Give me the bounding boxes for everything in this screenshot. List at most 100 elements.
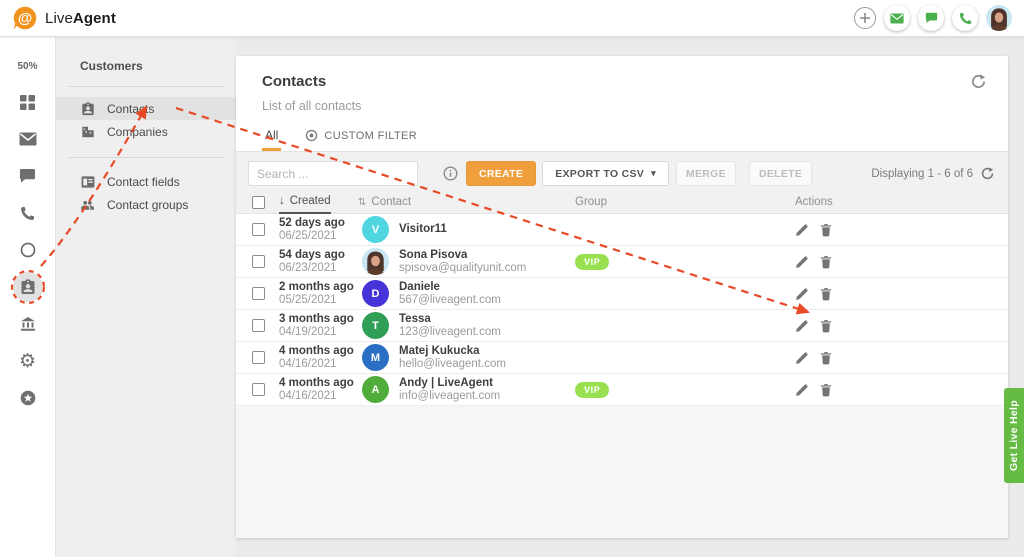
company-building-icon [80,125,95,139]
table-header: ↓ Created ⇅ Contact Group Actions [248,191,996,213]
created-cell: 52 days ago 06/25/2021 [276,217,358,243]
export-to-csv-button[interactable]: EXPORT TO CSV ▾ [542,161,669,186]
pencil-icon [795,319,809,333]
card-header: Contacts List of all contacts [236,56,1008,113]
contacts-card: Contacts List of all contacts All CUSTOM… [236,56,1008,538]
new-email-button[interactable] [884,5,910,31]
add-new-button[interactable] [854,7,876,29]
created-cell: 2 months ago 05/25/2021 [276,281,358,307]
contact-email: 567@liveagent.com [399,294,501,307]
trash-icon [820,319,832,333]
refresh-button[interactable] [971,74,986,94]
nav-item-contacts[interactable]: Contacts [56,97,236,120]
displaying-count: Displaying 1 - 6 of 6 [871,168,973,180]
pencil-icon [795,223,809,237]
trash-icon [820,383,832,397]
edit-button[interactable] [795,287,809,301]
created-date: 05/25/2021 [279,294,354,307]
delete-button[interactable] [820,319,832,333]
contact-cell: T Tessa 123@liveagent.com [358,312,563,339]
created-date: 04/16/2021 [279,390,354,403]
filter-icon [305,129,318,142]
avatar: S [362,248,389,275]
contact-row[interactable]: 4 months ago 04/16/2021 A Andy | LiveAge… [236,374,1008,406]
contact-row[interactable]: 2 months ago 05/25/2021 D Daniele 567@li… [236,278,1008,310]
select-all-checkbox[interactable] [252,196,265,209]
pencil-icon [795,351,809,365]
delete-button[interactable]: DELETE [749,161,812,186]
delete-button[interactable] [820,255,832,269]
row-checkbox[interactable] [252,383,265,396]
tab-custom-filter[interactable]: CUSTOM FILTER [305,129,417,151]
vip-badge: VIP [575,254,609,270]
info-icon[interactable] [443,166,458,181]
row-checkbox[interactable] [252,287,265,300]
trash-icon [820,255,832,269]
tab-all[interactable]: All [262,128,281,151]
contact-row[interactable]: 52 days ago 06/25/2021 V Visitor11 [236,214,1008,246]
contact-name[interactable]: Tessa [399,313,501,326]
contact-name[interactable]: Andy | LiveAgent [399,377,500,390]
sidebar-billing-icon[interactable] [13,309,43,339]
actions-cell [783,319,1008,333]
chat-icon [925,12,938,24]
contact-cell: V Visitor11 [358,216,563,243]
column-contact[interactable]: ⇅ Contact [358,191,563,213]
delete-button[interactable] [820,383,832,397]
contact-row[interactable]: 54 days ago 06/23/2021 S Sona Pisova spi… [236,246,1008,278]
row-checkbox[interactable] [252,255,265,268]
delete-button[interactable] [820,351,832,365]
pencil-icon [795,255,809,269]
sidebar-chat-icon[interactable] [13,161,43,191]
new-chat-button[interactable] [918,5,944,31]
create-button[interactable]: CREATE [466,161,536,186]
sidebar-settings-icon[interactable]: ⚙ [13,346,43,376]
user-avatar[interactable] [986,5,1012,31]
sidebar-customers-icon[interactable] [13,272,43,302]
contact-row[interactable]: 3 months ago 04/19/2021 T Tessa 123@live… [236,310,1008,342]
phone-icon [959,12,972,25]
merge-button[interactable]: MERGE [676,161,736,186]
contact-row[interactable]: 4 months ago 04/16/2021 M Matej Kukucka … [236,342,1008,374]
column-group[interactable]: Group [563,191,783,213]
contact-name[interactable]: Daniele [399,281,501,294]
contact-cell: A Andy | LiveAgent info@liveagent.com [358,376,563,403]
contact-name[interactable]: Sona Pisova [399,249,526,262]
actions-cell [783,255,1008,269]
delete-button[interactable] [820,287,832,301]
contact-name[interactable]: Matej Kukucka [399,345,506,358]
column-created[interactable]: ↓ Created [279,190,331,214]
tab-bar: All CUSTOM FILTER [236,127,1008,151]
contact-cell: M Matej Kukucka hello@liveagent.com [358,344,563,371]
contact-email: spisova@qualityunit.com [399,262,526,275]
nav-item-contact-groups[interactable]: Contact groups [56,193,236,216]
created-cell: 3 months ago 04/19/2021 [276,313,358,339]
edit-button[interactable] [795,319,809,333]
sidebar-tickets-icon[interactable] [13,124,43,154]
sidebar-calls-icon[interactable] [13,198,43,228]
edit-button[interactable] [795,255,809,269]
row-checkbox[interactable] [252,319,265,332]
contact-name[interactable]: Visitor11 [399,223,447,236]
actions-cell [783,223,1008,237]
edit-button[interactable] [795,351,809,365]
edit-button[interactable] [795,383,809,397]
liveagent-bubble-icon: @ [12,5,38,31]
delete-button[interactable] [820,223,832,237]
row-checkbox[interactable] [252,351,265,364]
toolbar: CREATE EXPORT TO CSV ▾ MERGE DELETE Disp… [248,159,996,188]
refresh-list-button[interactable] [981,167,994,180]
search-input[interactable] [248,161,418,186]
edit-button[interactable] [795,223,809,237]
row-checkbox[interactable] [252,223,265,236]
get-live-help-button[interactable]: Get Live Help [1004,388,1024,483]
sidebar-sla-icon[interactable] [13,235,43,265]
nav-item-companies[interactable]: Companies [56,120,236,143]
pencil-icon [795,287,809,301]
created-date: 04/19/2021 [279,326,354,339]
sidebar-dashboard-icon[interactable] [13,87,43,117]
new-call-button[interactable] [952,5,978,31]
contact-cell: S Sona Pisova spisova@qualityunit.com [358,248,563,275]
nav-item-contact-fields[interactable]: Contact fields [56,170,236,193]
sidebar-starred-icon[interactable] [13,383,43,413]
